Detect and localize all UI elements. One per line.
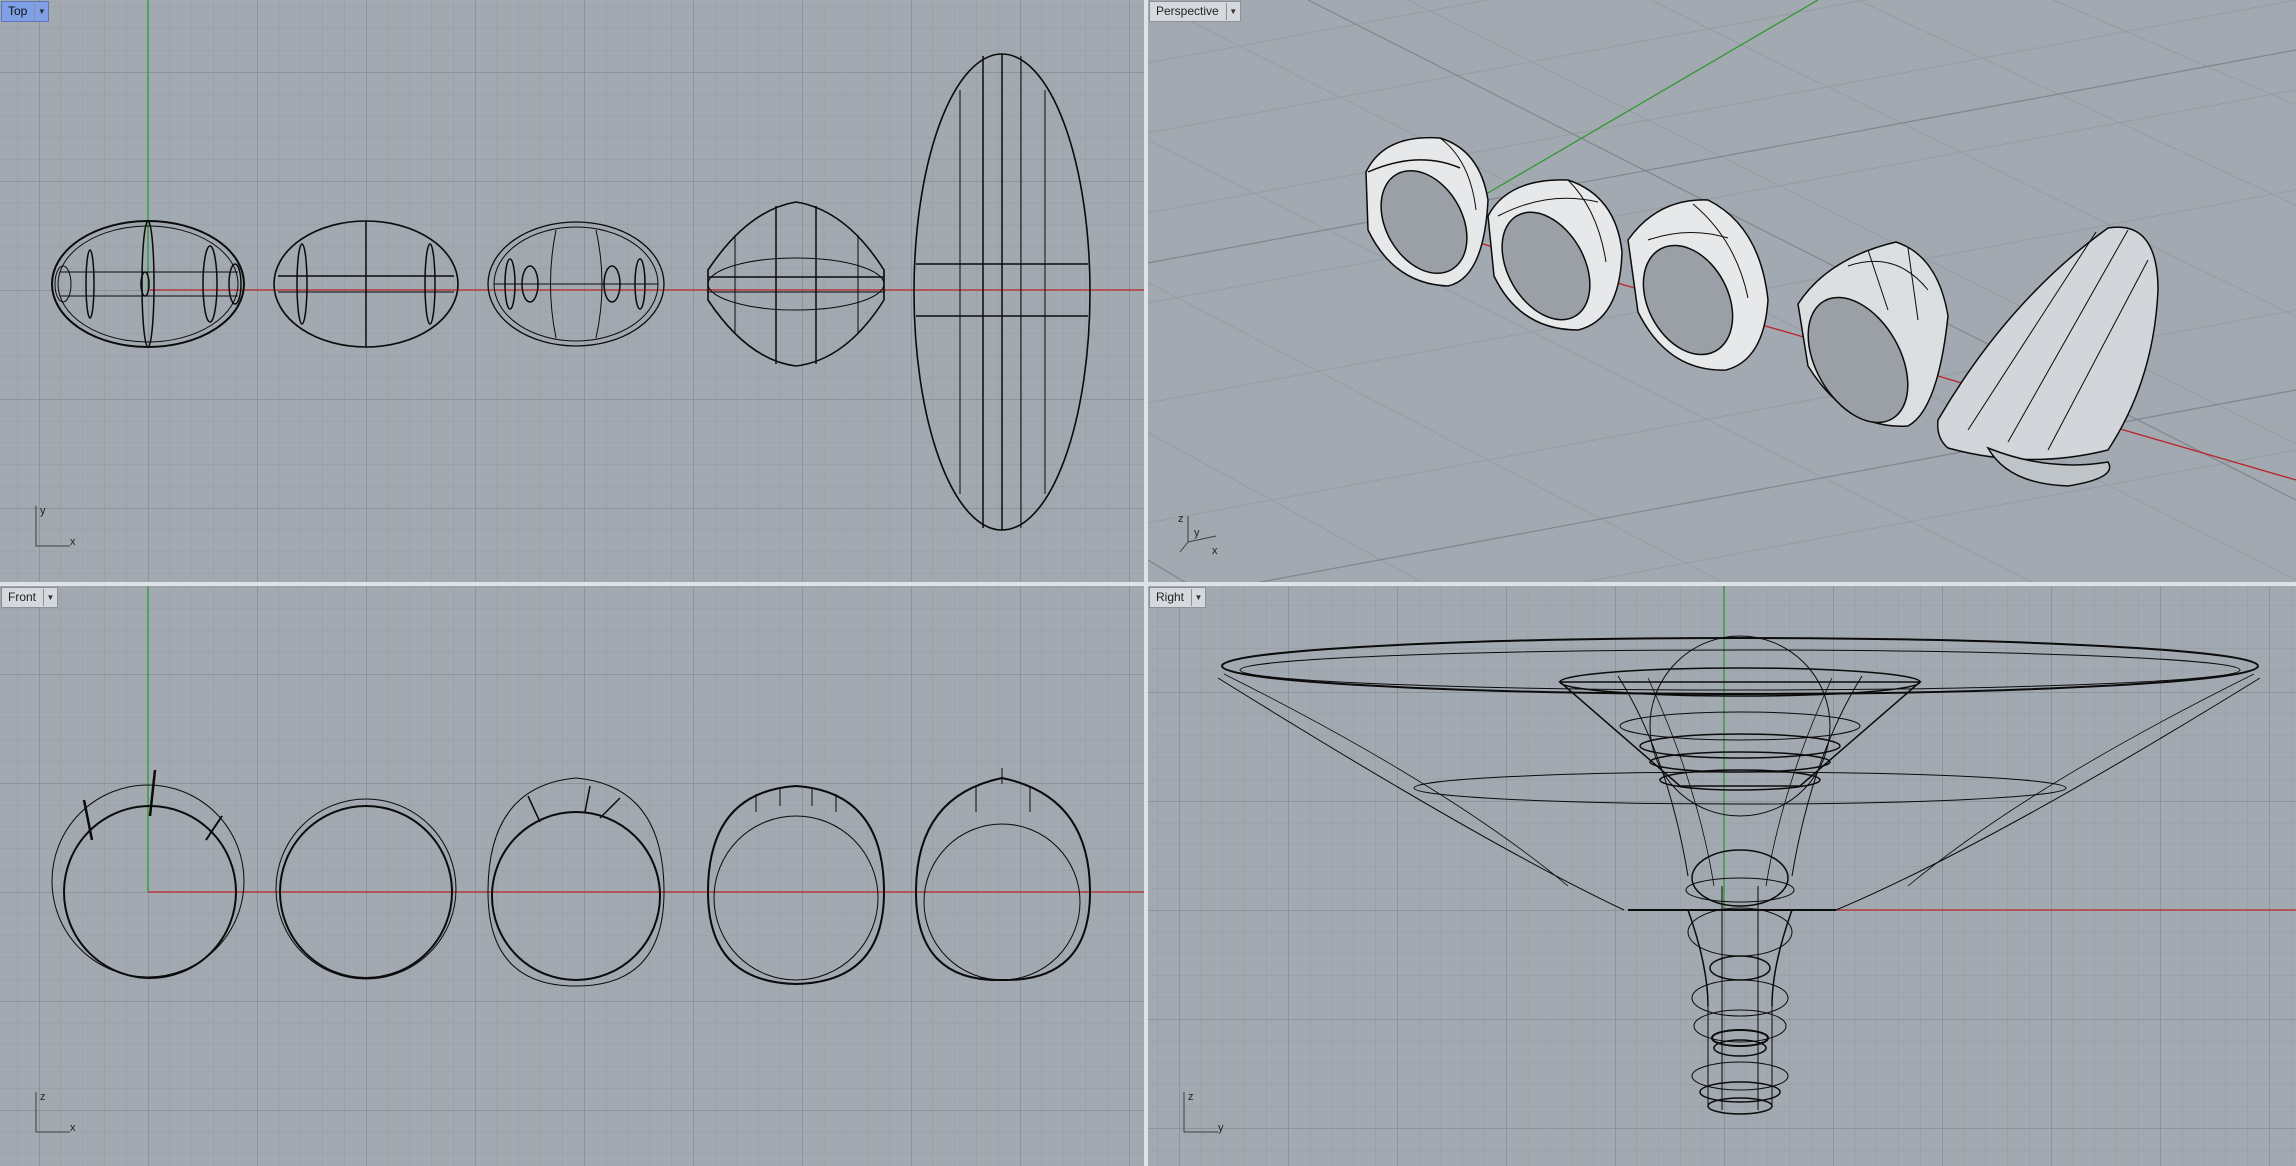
axis-gizmo-icon: y x bbox=[35, 505, 76, 548]
viewport-label: Front bbox=[8, 590, 37, 604]
svg-text:y: y bbox=[1218, 1122, 1224, 1134]
svg-text:y: y bbox=[40, 505, 46, 517]
svg-text:z: z bbox=[40, 1091, 46, 1103]
ring-3-shaded bbox=[1627, 199, 1769, 371]
svg-text:y: y bbox=[1194, 527, 1200, 539]
front-grid bbox=[0, 586, 1144, 1166]
viewport-tab-perspective[interactable]: Perspective ▼ bbox=[1149, 1, 1241, 22]
svg-text:x: x bbox=[70, 1122, 76, 1134]
svg-text:x: x bbox=[70, 536, 76, 548]
right-grid bbox=[1148, 586, 2296, 1166]
viewport-label: Perspective bbox=[1156, 4, 1219, 18]
viewport-label: Right bbox=[1156, 590, 1185, 604]
chevron-down-icon[interactable]: ▼ bbox=[34, 3, 48, 20]
viewport-right[interactable]: Right ▼ z y bbox=[1148, 586, 2296, 1166]
top-grid bbox=[0, 0, 1144, 582]
ring-4-shaded bbox=[1797, 241, 1949, 427]
chevron-down-icon[interactable]: ▼ bbox=[1191, 589, 1205, 606]
axis-gizmo-icon: z y x bbox=[1178, 513, 1218, 557]
viewport-perspective[interactable]: Perspective ▼ z y x bbox=[1148, 0, 2296, 582]
chevron-down-icon[interactable]: ▼ bbox=[43, 589, 57, 606]
svg-text:x: x bbox=[1212, 545, 1218, 557]
svg-text:z: z bbox=[1188, 1091, 1194, 1103]
viewport-top[interactable]: Top ▼ y x bbox=[0, 0, 1144, 582]
ring-1-shaded bbox=[1365, 136, 1489, 287]
perspective-grid bbox=[1148, 0, 2296, 582]
axis-gizmo-icon: z x bbox=[35, 1091, 76, 1134]
viewport-tab-front[interactable]: Front ▼ bbox=[1, 587, 59, 608]
ring-5-shaded bbox=[1936, 226, 2159, 487]
viewport-tab-top[interactable]: Top ▼ bbox=[1, 1, 50, 22]
viewport-label: Top bbox=[8, 4, 28, 18]
ring-2-shaded bbox=[1487, 179, 1623, 331]
viewport-tab-right[interactable]: Right ▼ bbox=[1149, 587, 1207, 608]
axis-gizmo-icon: z y bbox=[1183, 1091, 1224, 1134]
chevron-down-icon[interactable]: ▼ bbox=[1225, 3, 1240, 20]
svg-text:z: z bbox=[1178, 513, 1184, 525]
viewport-front[interactable]: Front ▼ z x bbox=[0, 586, 1144, 1166]
